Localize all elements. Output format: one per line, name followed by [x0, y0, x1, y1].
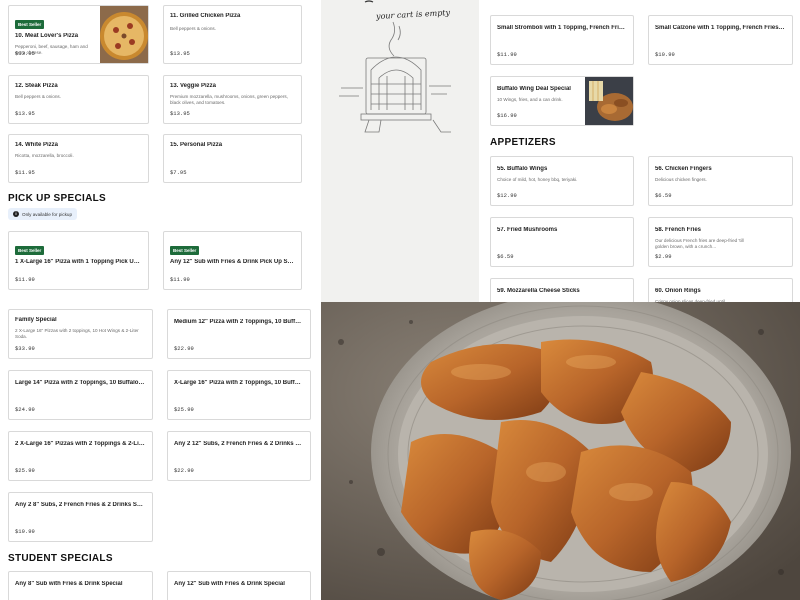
item-price: $22.99: [174, 345, 194, 352]
item-price: $2.99: [655, 253, 672, 260]
item-price: $16.99: [497, 112, 517, 119]
item-title: Any 12" Sub with Fries & Drink Special: [174, 581, 285, 587]
item-description: Choice of mild, hot, honey bbq, teriyaki…: [497, 176, 578, 182]
item-title: 14. White Pizza: [15, 142, 59, 148]
item-price: $19.99: [15, 528, 35, 535]
item-title: 56. Chicken Fingers: [655, 166, 712, 172]
menu-item-card[interactable]: Best Seller 10. Meat Lover's Pizza Peppe…: [8, 5, 149, 64]
menu-item-card[interactable]: 14. White Pizza Ricotta, mozzarella, bro…: [8, 134, 149, 183]
item-title: Any 12" Sub with Fries & Drink Pick Up S…: [170, 259, 295, 265]
item-price: $11.99: [497, 51, 517, 58]
item-description: Bell peppers & onions.: [170, 25, 216, 31]
wings-thumbnail: [585, 77, 633, 125]
item-price: $6.59: [497, 253, 514, 260]
best-seller-badge: Best Seller: [15, 246, 45, 255]
item-title: Any 8" Sub with Fries & Drink Special: [15, 581, 123, 587]
item-price: $6.59: [655, 192, 672, 199]
item-price: $12.99: [497, 192, 517, 199]
item-price: $24.99: [15, 406, 35, 413]
menu-item-card[interactable]: 15. Personal Pizza $7.95: [163, 134, 302, 183]
item-title: Large 14" Pizza with 2 Toppings, 10 Buff…: [15, 380, 146, 386]
item-title: 55. Buffalo Wings: [497, 166, 548, 172]
menu-item-card[interactable]: 2 X-Large 16" Pizzas with 2 Toppings & 2…: [8, 431, 153, 481]
menu-item-card[interactable]: 11. Grilled Chicken Pizza Bell peppers &…: [163, 5, 302, 64]
item-title: 11. Grilled Chicken Pizza: [170, 13, 241, 19]
menu-item-card[interactable]: 55. Buffalo Wings Choice of mild, hot, h…: [490, 156, 634, 206]
item-description: 10 Wings, fries, and a can drink.: [497, 96, 563, 102]
menu-item-card[interactable]: Best Seller Any 12" Sub with Fries & Dri…: [163, 231, 302, 290]
item-description: Our delicious French fries are deep-frie…: [655, 237, 744, 250]
menu-item-card[interactable]: Best Seller 1 X-Large 16" Pizza with 1 T…: [8, 231, 149, 290]
item-price: $25.99: [15, 467, 35, 474]
item-title: Medium 12" Pizza with 2 Toppings, 10 Buf…: [174, 319, 304, 325]
item-title: Any 2 12" Subs, 2 French Fries & 2 Drink…: [174, 441, 304, 447]
buffalo-wings-photo: [321, 302, 800, 600]
menu-item-card[interactable]: Any 12" Sub with Fries & Drink Special: [167, 571, 311, 600]
item-title: 58. French Fries: [655, 227, 702, 233]
item-title: 15. Personal Pizza: [170, 142, 223, 148]
item-title: 12. Steak Pizza: [15, 83, 58, 89]
menu-item-card[interactable]: Small Calzone with 1 Topping, French Fri…: [648, 15, 793, 65]
item-price: $7.95: [170, 169, 187, 176]
item-price: $13.95: [15, 50, 35, 57]
section-title-pickup: PICK UP SPECIALS: [8, 193, 106, 204]
item-price: $33.99: [15, 345, 35, 352]
section-title-appetizers: APPETIZERS: [490, 137, 556, 148]
item-title: 13. Veggie Pizza: [170, 83, 217, 89]
item-title: 10. Meat Lover's Pizza: [15, 33, 79, 39]
pizza-thumbnail: [100, 6, 148, 63]
item-description: 2 X-Large 16" Pizzas with 2 toppings, 10…: [15, 327, 139, 340]
item-price: $25.99: [174, 406, 194, 413]
item-price: $13.95: [170, 110, 190, 117]
item-title: Small Calzone with 1 Topping, French Fri…: [655, 25, 786, 31]
best-seller-badge: Best Seller: [15, 20, 45, 29]
menu-item-card[interactable]: 13. Veggie Pizza Premium mozzarella, mus…: [163, 75, 302, 124]
item-price: $13.95: [15, 110, 35, 117]
item-price: $11.99: [170, 276, 190, 283]
item-title: Small Stromboli with 1 Topping, French F…: [497, 25, 627, 31]
item-price: $11.95: [15, 169, 35, 176]
item-description: Delicious chicken fingers.: [655, 176, 707, 182]
item-description: Bell peppers & onions.: [15, 93, 61, 99]
item-price: $13.95: [170, 50, 190, 57]
item-price: $10.99: [655, 51, 675, 58]
menu-item-card[interactable]: Small Stromboli with 1 Topping, French F…: [490, 15, 634, 65]
pickup-note-text: Only available for pickup: [22, 211, 73, 217]
item-title: Family Special: [15, 317, 57, 323]
cart-panel: [321, 0, 479, 302]
menu-item-card[interactable]: X-Large 16" Pizza with 2 Toppings, 10 Bu…: [167, 370, 311, 420]
menu-item-card[interactable]: 58. French Fries Our delicious French fr…: [648, 217, 793, 267]
menu-item-card[interactable]: Any 2 8" Subs, 2 French Fries & 2 Drinks…: [8, 492, 153, 542]
menu-item-card[interactable]: Large 14" Pizza with 2 Toppings, 10 Buff…: [8, 370, 153, 420]
menu-item-card[interactable]: Buffalo Wing Deal Special 10 Wings, frie…: [490, 76, 634, 126]
item-title: Any 2 8" Subs, 2 French Fries & 2 Drinks…: [15, 502, 146, 508]
item-title: 57. Fried Mushrooms: [497, 227, 558, 233]
item-price: $22.99: [174, 467, 194, 474]
menu-item-card[interactable]: 57. Fried Mushrooms $6.59: [490, 217, 634, 267]
menu-item-card[interactable]: Medium 12" Pizza with 2 Toppings, 10 Buf…: [167, 309, 311, 359]
menu-item-card[interactable]: Any 2 12" Subs, 2 French Fries & 2 Drink…: [167, 431, 311, 481]
menu-item-card[interactable]: Family Special 2 X-Large 16" Pizzas with…: [8, 309, 153, 359]
info-icon: i: [13, 211, 19, 217]
item-title: 2 X-Large 16" Pizzas with 2 Toppings & 2…: [15, 441, 146, 447]
item-price: $11.99: [15, 276, 35, 283]
menu-item-card[interactable]: Any 8" Sub with Fries & Drink Special: [8, 571, 153, 600]
item-description: Premium mozzarella, mushrooms, onions, g…: [170, 93, 288, 106]
menu-item-card[interactable]: 12. Steak Pizza Bell peppers & onions. $…: [8, 75, 149, 124]
best-seller-badge: Best Seller: [170, 246, 200, 255]
item-title: X-Large 16" Pizza with 2 Toppings, 10 Bu…: [174, 380, 304, 386]
section-title-student: STUDENT SPECIALS: [8, 553, 113, 564]
menu-item-card[interactable]: 56. Chicken Fingers Delicious chicken fi…: [648, 156, 793, 206]
empty-cart-illustration: [339, 0, 451, 133]
item-title: 59. Mozzarella Cheese Sticks: [497, 288, 580, 294]
pickup-only-notice: i Only available for pickup: [8, 208, 78, 220]
item-title: Buffalo Wing Deal Special: [497, 86, 571, 92]
item-title: 1 X-Large 16" Pizza with 1 Topping Pick …: [15, 259, 142, 265]
item-description: Ricotta, mozzarella, broccoli.: [15, 152, 74, 158]
item-title: 60. Onion Rings: [655, 288, 701, 294]
